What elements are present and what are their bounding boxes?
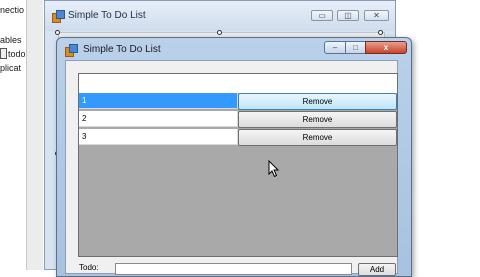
table-row[interactable]: 1 Remove bbox=[79, 93, 397, 110]
todo-grid[interactable]: 1 Remove 2 Remove 3 Remove bbox=[78, 73, 398, 257]
todo-cell[interactable]: 3 bbox=[79, 129, 238, 145]
remove-button[interactable]: Remove bbox=[238, 129, 397, 146]
todo-input[interactable] bbox=[115, 263, 352, 275]
app-icon bbox=[65, 44, 78, 57]
grid-header-row bbox=[79, 74, 397, 94]
remove-button[interactable]: Remove bbox=[238, 93, 397, 110]
maximize-icon[interactable]: □ bbox=[345, 41, 366, 54]
minimize-icon[interactable]: ▭ bbox=[311, 10, 333, 21]
add-todo-bar: Todo: Add bbox=[79, 263, 399, 277]
solution-explorer-panel: nectio ables todo plicat bbox=[0, 0, 27, 270]
minimize-icon[interactable]: – bbox=[324, 41, 346, 54]
app-icon bbox=[52, 10, 65, 23]
table-row[interactable]: 3 Remove bbox=[79, 129, 397, 146]
todo-cell[interactable]: 2 bbox=[79, 111, 238, 127]
resize-handle[interactable] bbox=[378, 30, 383, 35]
ide-text-line: ables bbox=[0, 35, 22, 45]
ide-gap bbox=[27, 0, 43, 270]
todo-app-window: Simple To Do List – □ x 1 Remove 2 Remov… bbox=[56, 37, 412, 277]
mouse-cursor-icon bbox=[268, 160, 280, 178]
ide-text-line[interactable]: todo bbox=[8, 49, 26, 59]
ide-text-line: plicat bbox=[0, 63, 22, 73]
ide-text-line: nectio bbox=[0, 5, 25, 15]
remove-button[interactable]: Remove bbox=[238, 111, 397, 128]
maximize-icon[interactable]: ◫ bbox=[337, 10, 359, 21]
window-title: Simple To Do List bbox=[83, 44, 161, 55]
table-row[interactable]: 2 Remove bbox=[79, 111, 397, 128]
file-icon bbox=[0, 48, 7, 59]
close-icon[interactable]: x bbox=[365, 41, 407, 54]
todo-cell[interactable]: 1 bbox=[79, 93, 238, 109]
close-icon[interactable]: ✕ bbox=[364, 10, 389, 21]
resize-handle[interactable] bbox=[55, 30, 60, 35]
designer-title: Simple To Do List bbox=[68, 10, 146, 21]
window-client-area: 1 Remove 2 Remove 3 Remove bbox=[65, 60, 398, 274]
todo-label: Todo: bbox=[79, 263, 99, 272]
resize-handle[interactable] bbox=[217, 30, 222, 35]
